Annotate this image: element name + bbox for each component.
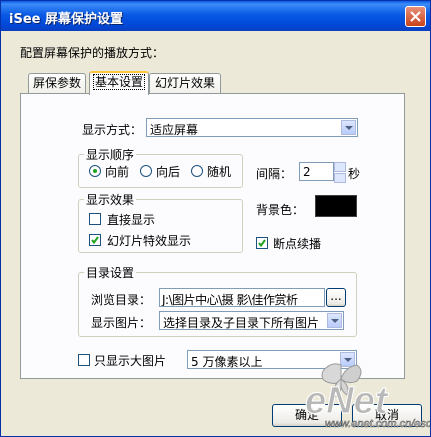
large-only-value: 5 万像素以上 (191, 355, 263, 369)
display-mode-label: 显示方式： (82, 123, 143, 137)
browse-button[interactable]: ... (326, 288, 346, 307)
display-mode-value: 适应屏幕 (150, 123, 199, 137)
enet-watermark-logo: eNet www.enet.com.cn/eschool (305, 363, 431, 430)
directory-group: 目录设置 浏览目录： J:\图片中心\摄 影\佳作赏析 ... 显示图片： 选择… (78, 264, 357, 337)
radio-backward-label: 向后 (156, 165, 181, 179)
chevron-down-icon[interactable] (327, 313, 342, 328)
window-title: iSee 屏幕保护设置 (9, 12, 123, 27)
show-images-value: 选择目录及子目录下所有图片 (163, 316, 320, 330)
radio-random[interactable] (191, 165, 203, 177)
show-images-select[interactable]: 选择目录及子目录下所有图片 (159, 311, 344, 330)
background-color-swatch[interactable] (315, 195, 357, 217)
slideshow-effect-label: 幻灯片特效显示 (107, 234, 192, 248)
settings-dialog: iSee 屏幕保护设置 配置屏幕保护的播放方式： 屏保参数 基本设置 幻灯片效果… (0, 0, 431, 437)
spin-down-icon[interactable] (334, 173, 346, 183)
close-button[interactable] (405, 6, 426, 27)
tab-label: 屏保参数 (32, 76, 81, 90)
direct-display-checkbox[interactable] (89, 213, 101, 225)
interval-stepper[interactable] (334, 162, 346, 183)
browse-dir-input[interactable]: J:\图片中心\摄 影\佳作赏析 (159, 288, 325, 307)
tab-basic-settings[interactable]: 基本设置 (89, 71, 149, 95)
browse-dir-value: J:\图片中心\摄 影\佳作赏析 (162, 293, 298, 307)
close-icon (410, 11, 421, 22)
tab-slideshow-effects[interactable]: 幻灯片效果 (149, 73, 221, 93)
display-mode-select[interactable]: 适应屏幕 (146, 118, 358, 137)
checkmark-icon (91, 236, 99, 244)
radio-forward-label: 向前 (105, 165, 130, 179)
checkmark-icon (258, 239, 266, 247)
tab-label: 基本设置 (92, 74, 145, 90)
resume-label: 断点续播 (273, 237, 322, 251)
title-bar[interactable]: iSee 屏幕保护设置 (1, 1, 430, 31)
tab-label: 幻灯片效果 (154, 76, 215, 90)
watermark-url-text: www.enet.com.cn/eschool (325, 418, 431, 430)
directory-group-legend: 目录设置 (84, 264, 137, 281)
order-group: 显示顺序 向前 向后 随机 (78, 146, 243, 188)
order-group-legend: 显示顺序 (84, 146, 137, 163)
interval-unit: 秒 (348, 167, 361, 181)
interval-input[interactable]: 2 (299, 162, 334, 181)
interval-label: 间隔： (256, 167, 293, 181)
direct-display-label: 直接显示 (107, 213, 156, 227)
show-images-label: 显示图片： (91, 316, 152, 330)
tab-screensaver-params[interactable]: 屏保参数 (28, 73, 86, 93)
chevron-down-icon[interactable] (341, 120, 356, 135)
radio-random-label: 随机 (207, 165, 232, 179)
slideshow-effect-checkbox[interactable] (89, 234, 101, 246)
effect-group: 显示效果 直接显示 幻灯片特效显示 (78, 191, 243, 253)
interval-value: 2 (303, 165, 311, 179)
effect-group-legend: 显示效果 (84, 191, 137, 208)
config-prompt: 配置屏幕保护的播放方式： (20, 46, 165, 60)
large-only-label: 只显示大图片 (94, 354, 167, 368)
large-only-checkbox[interactable] (78, 354, 90, 366)
radio-backward[interactable] (140, 165, 152, 177)
resume-checkbox[interactable] (256, 237, 268, 249)
watermark-main-text: eNet (305, 380, 389, 422)
browse-dir-label: 浏览目录： (91, 293, 152, 307)
spin-up-icon[interactable] (334, 162, 346, 172)
browse-button-label: ... (330, 289, 342, 303)
background-color-label: 背景色： (256, 203, 305, 217)
radio-forward[interactable] (89, 165, 101, 177)
